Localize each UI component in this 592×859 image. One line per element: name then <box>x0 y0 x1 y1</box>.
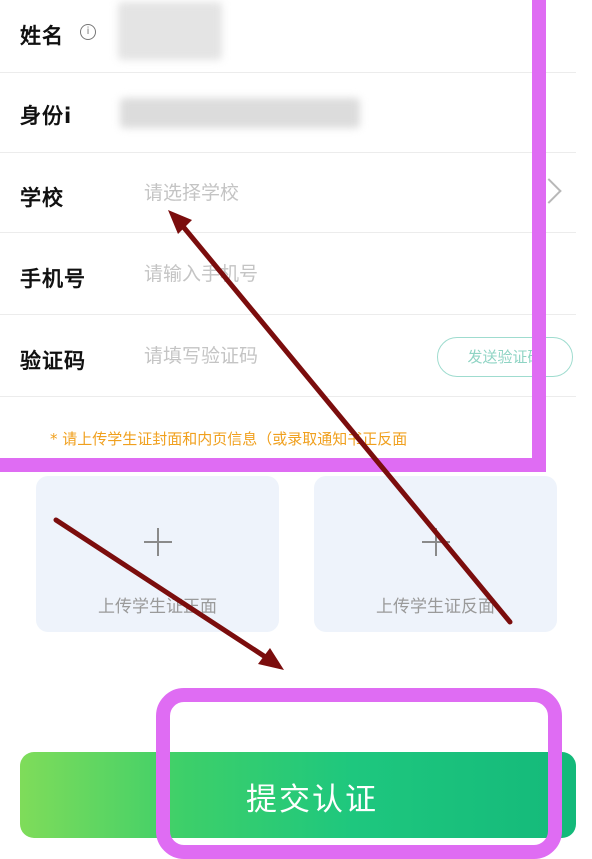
plus-icon <box>421 528 450 556</box>
plus-icon <box>143 528 172 556</box>
upload-front-label: 上传学生证正面 <box>98 597 217 617</box>
submit-label: 提交认证 <box>246 782 378 817</box>
id-value-masked <box>120 98 360 128</box>
phone-label: 手机号 <box>20 267 86 291</box>
upload-front-card[interactable]: 上传学生证正面 <box>36 476 279 632</box>
phone-row: 手机号 <box>0 234 576 315</box>
id-label: 身份i <box>20 104 73 128</box>
name-value-masked <box>118 2 222 60</box>
upload-back-card[interactable]: 上传学生证反面 <box>314 476 557 632</box>
arrow-to-submit-head <box>258 648 284 670</box>
school-row[interactable]: 学校 <box>0 152 576 233</box>
submit-button[interactable]: 提交认证 <box>20 752 576 838</box>
upload-back-label: 上传学生证反面 <box>376 597 495 617</box>
code-label: 验证码 <box>20 349 86 373</box>
info-icon[interactable]: i <box>80 24 96 40</box>
phone-input[interactable] <box>144 263 444 285</box>
send-code-button[interactable]: 发送验证码 <box>437 337 573 377</box>
school-select[interactable] <box>144 182 444 204</box>
name-label: 姓名 <box>20 24 64 48</box>
name-row: 姓名 i <box>0 0 576 73</box>
school-label: 学校 <box>20 186 64 210</box>
code-input[interactable] <box>144 345 404 367</box>
upload-notice: * 请上传学生证封面和内页信息（或录取通知书正反面 <box>50 430 408 448</box>
id-row: 身份i <box>0 72 576 153</box>
